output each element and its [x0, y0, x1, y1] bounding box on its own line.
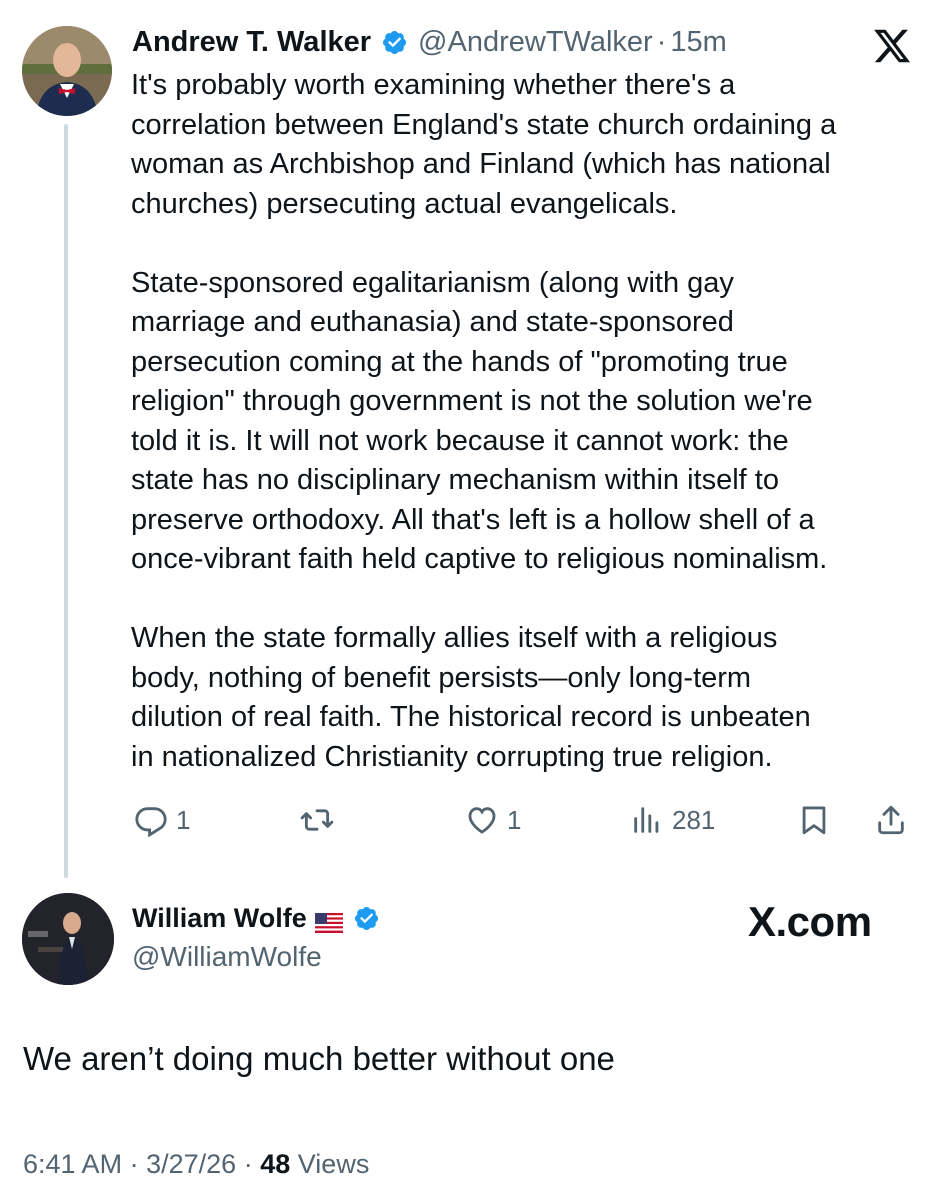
like-button[interactable]: 1 [465, 800, 521, 840]
main-tweet-text: We aren’t doing much better without one [23, 1040, 615, 1077]
views-button[interactable]: 281 [630, 800, 715, 840]
tweet-paragraph: It's probably worth examining whether th… [131, 66, 931, 224]
quoted-tweet-text: It's probably worth examining whether th… [131, 66, 931, 777]
tweet-metadata: 6:41 AM · 3/27/26 · 48 Views [23, 1149, 369, 1180]
text-line: body, nothing of benefit persists—only l… [131, 661, 752, 694]
thread-connector-line [64, 124, 68, 878]
share-icon [878, 805, 904, 835]
main-tweet-author-row: William Wolfe [132, 903, 390, 934]
views-chart-icon [634, 807, 659, 833]
author-name[interactable]: Andrew T. Walker [132, 26, 371, 59]
text-line: preserve orthodoxy. All that's left is a… [131, 503, 815, 536]
retweet-icon [300, 809, 334, 831]
text-line: in nationalized Christianity corrupting … [131, 740, 773, 773]
reply-count: 1 [176, 804, 191, 835]
heart-icon [468, 807, 496, 834]
reply-icon [135, 807, 167, 837]
share-button[interactable] [874, 800, 908, 840]
author-name[interactable]: William Wolfe [132, 903, 307, 934]
text-line: woman as Archbishop and Finland (which h… [131, 148, 831, 180]
x-logo-icon [872, 26, 912, 66]
separator-dot: · [129, 1149, 139, 1179]
tweet-timestamp[interactable]: 15m [670, 26, 726, 59]
verified-badge-icon [353, 905, 380, 932]
text-line: marriage and euthanasia) and state-spons… [131, 306, 734, 338]
tweet-date[interactable]: 3/27/26 [146, 1149, 236, 1179]
separator-dot: · [243, 1149, 253, 1179]
text-line: churches) persecuting actual evangelical… [131, 187, 678, 220]
tweet-paragraph: State-sponsored egalitarianism (along wi… [131, 264, 931, 580]
text-line: persecution coming at the hands of "prom… [131, 345, 788, 378]
verified-badge-icon [381, 29, 408, 56]
text-line: once-vibrant faith held captive to relig… [131, 543, 828, 575]
bookmark-icon [802, 806, 826, 835]
author-handle[interactable]: @AndrewTWalker [418, 26, 653, 59]
text-line: When the state formally allies itself wi… [131, 622, 778, 654]
views-count: 281 [672, 804, 716, 835]
bookmark-button[interactable] [797, 800, 831, 840]
text-line: told it is. It will not work because it … [131, 424, 789, 457]
text-line: State-sponsored egalitarianism (along wi… [131, 266, 734, 299]
tweet-time[interactable]: 6:41 AM [23, 1149, 122, 1179]
separator-dot: · [656, 25, 667, 58]
tweet-paragraph: When the state formally allies itself wi… [131, 619, 931, 777]
avatar[interactable] [22, 26, 112, 116]
views-count: 48 [260, 1149, 291, 1179]
text-line: It's probably worth examining whether th… [131, 69, 736, 101]
us-flag-icon [314, 909, 343, 933]
text-line: state has no disciplinary mechanism with… [131, 464, 779, 496]
like-count: 1 [507, 804, 522, 835]
text-line: religion" through government is not the … [131, 385, 813, 417]
reply-button[interactable]: 1 [134, 800, 190, 840]
views-label[interactable]: Views [298, 1149, 370, 1179]
x-com-wordmark: X.com [748, 898, 872, 945]
quoted-tweet-header: Andrew T. Walker @AndrewTWalker · 15m [132, 22, 727, 62]
avatar[interactable] [22, 893, 114, 985]
text-line: correlation between England's state chur… [131, 108, 837, 141]
text-line: dilution of real faith. The historical r… [131, 701, 811, 733]
retweet-button[interactable] [300, 800, 342, 840]
author-handle[interactable]: @WilliamWolfe [132, 941, 322, 973]
